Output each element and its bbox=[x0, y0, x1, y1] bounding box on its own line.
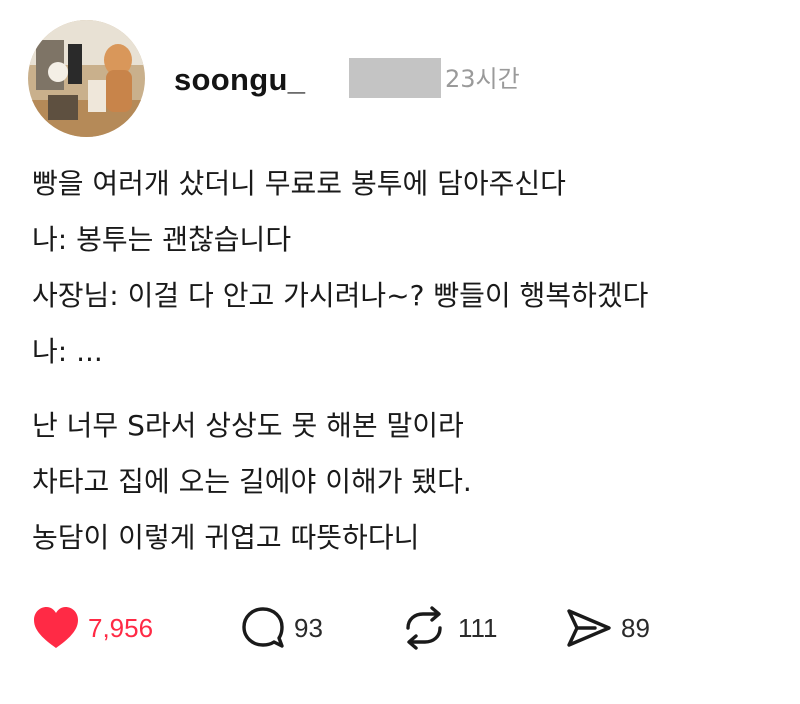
comment-bubble-icon[interactable] bbox=[240, 606, 286, 650]
post-text-line: 차타고 집에 오는 길에야 이해가 됐다. bbox=[32, 465, 472, 498]
post-text-line: 빵을 여러개 샀더니 무료로 봉투에 담아주신다 bbox=[32, 167, 566, 200]
post-timestamp: 23시간 bbox=[445, 65, 520, 93]
repost-count: 111 bbox=[458, 612, 498, 643]
username[interactable]: soongu_ bbox=[174, 60, 305, 100]
post-text-line: 난 너무 S라서 상상도 못 해본 말이라 bbox=[32, 409, 464, 442]
heart-icon[interactable] bbox=[32, 606, 80, 650]
comment-count: 93 bbox=[294, 612, 323, 643]
avatar[interactable] bbox=[28, 20, 145, 137]
comment-button[interactable]: 93 bbox=[240, 604, 323, 652]
repost-button[interactable]: 111 bbox=[398, 604, 498, 652]
post-text-line: 나: 봉투는 괜찮습니다 bbox=[32, 223, 292, 256]
like-count: 7,956 bbox=[88, 612, 154, 643]
like-button[interactable]: 7,956 bbox=[32, 604, 153, 652]
post-text-line: 사장님: 이걸 다 안고 가시려나~? 빵들이 행복하겠다 bbox=[32, 279, 649, 312]
post-header: soongu_ 23시간 bbox=[28, 20, 748, 138]
post-text-line: 농담이 이렇게 귀엽고 따뜻하다니 bbox=[32, 521, 420, 554]
username-redaction bbox=[349, 58, 441, 98]
send-icon[interactable] bbox=[565, 606, 613, 650]
share-button[interactable]: 89 bbox=[565, 604, 650, 652]
repost-arrows-icon[interactable] bbox=[398, 606, 450, 650]
share-count: 89 bbox=[621, 612, 650, 643]
post-body: 빵을 여러개 샀더니 무료로 봉투에 담아주신다 나: 봉투는 괜찮습니다 사장… bbox=[32, 166, 772, 576]
post-text-line: 나: ... bbox=[32, 335, 103, 368]
action-bar: 7,956 93 111 89 bbox=[32, 604, 752, 652]
